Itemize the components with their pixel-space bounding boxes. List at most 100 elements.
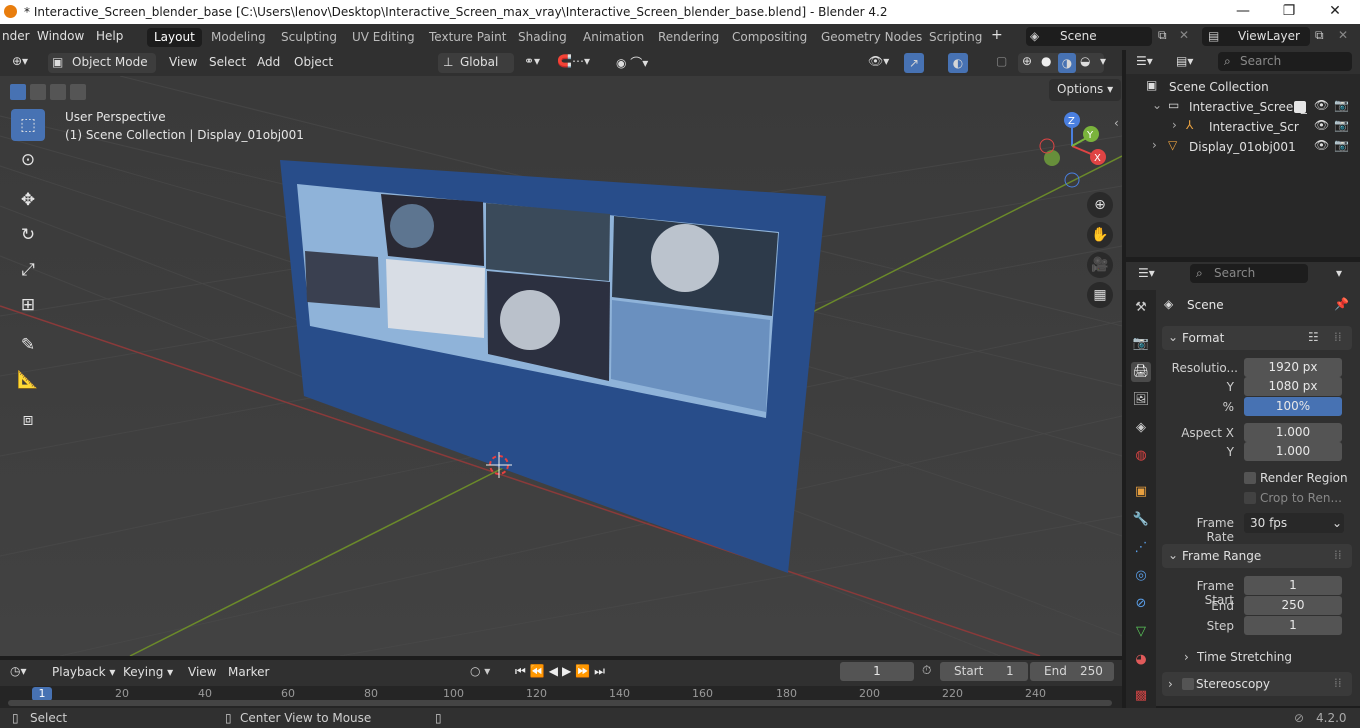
menu-view[interactable]: View: [169, 55, 197, 69]
delete-scene-icon[interactable]: ✕: [1179, 28, 1189, 42]
presets-icon[interactable]: ☷: [1308, 330, 1319, 344]
output-tab-icon[interactable]: 🖨: [1131, 362, 1151, 382]
display-object[interactable]: [0, 76, 1122, 656]
visibility-icon[interactable]: 👁▾: [868, 54, 889, 68]
zoom-icon[interactable]: ⊕: [1087, 192, 1113, 218]
resolution-percent-field[interactable]: 100%: [1244, 397, 1342, 416]
frame-step-field[interactable]: 1: [1244, 616, 1342, 635]
stereoscopy-checkbox[interactable]: [1182, 678, 1194, 690]
tab-geometry-nodes[interactable]: Geometry Nodes: [814, 28, 929, 47]
playback-dropdown[interactable]: Playback ▾: [52, 665, 115, 679]
tab-uv-editing[interactable]: UV Editing: [345, 28, 422, 47]
tab-rendering[interactable]: Rendering: [651, 28, 726, 47]
tab-texture-paint[interactable]: Texture Paint: [422, 28, 513, 47]
minimize-button[interactable]: —: [1220, 0, 1266, 24]
cursor-tool-icon[interactable]: ⊙: [11, 144, 45, 176]
frame-range-panel-header[interactable]: Frame Range: [1162, 544, 1352, 568]
frame-start-field[interactable]: 1: [1244, 576, 1342, 595]
outliner-editor-icon[interactable]: ☰▾: [1136, 54, 1153, 68]
tab-layout[interactable]: Layout: [147, 28, 202, 47]
select-subtract-icon[interactable]: [50, 84, 66, 100]
transform-tool-icon[interactable]: ⊞: [11, 289, 45, 321]
solid-shading-icon[interactable]: ●: [1041, 54, 1051, 68]
select-intersect-icon[interactable]: [70, 84, 86, 100]
render-camera-icon[interactable]: 📷: [1334, 138, 1349, 152]
select-extend-icon[interactable]: [30, 84, 46, 100]
exclude-checkbox[interactable]: [1294, 101, 1306, 113]
expand-icon[interactable]: ›: [1172, 118, 1177, 132]
world-tab-icon[interactable]: ◍: [1131, 446, 1151, 466]
render-camera-icon[interactable]: 📷: [1334, 118, 1349, 132]
annotate-tool-icon[interactable]: ✎: [11, 329, 45, 361]
timeline-ruler[interactable]: 1 20 40 60 80 100 120 140 160 180 200 22…: [0, 686, 1122, 708]
eye-icon[interactable]: 👁: [1314, 98, 1329, 112]
gizmo-toggle-icon[interactable]: ↗: [904, 53, 924, 73]
new-view-layer-icon[interactable]: ⧉: [1315, 28, 1324, 43]
frame-rate-dropdown[interactable]: 30 fps ⌄: [1244, 513, 1344, 533]
timeline-view-menu[interactable]: View: [188, 665, 216, 679]
wireframe-shading-icon[interactable]: ⊕: [1022, 54, 1032, 68]
display-mode-icon[interactable]: ▤▾: [1176, 54, 1193, 68]
maximize-button[interactable]: ❐: [1266, 0, 1312, 24]
crop-checkbox[interactable]: [1244, 492, 1256, 504]
tab-shading[interactable]: Shading: [511, 28, 574, 47]
expand-icon[interactable]: ⌄: [1152, 98, 1162, 112]
pivot-icon[interactable]: ⚭▾: [524, 54, 540, 68]
outliner-search-input[interactable]: Search: [1218, 52, 1352, 71]
select-new-icon[interactable]: [10, 84, 26, 100]
playhead[interactable]: 1: [32, 687, 52, 701]
drag-handle-icon[interactable]: ⁞⁞: [1334, 330, 1342, 344]
menu-render[interactable]: nder: [2, 29, 30, 43]
snap-icon[interactable]: 🧲⋯▾: [557, 54, 590, 68]
properties-editor-icon[interactable]: ☰▾: [1138, 266, 1155, 280]
proportional-edit-icon[interactable]: ◉ ⌒▾: [616, 54, 648, 71]
measure-tool-icon[interactable]: 📐: [11, 364, 45, 396]
aspect-y-field[interactable]: 1.000: [1244, 442, 1342, 461]
sidebar-toggle-icon[interactable]: ‹: [1114, 116, 1119, 130]
menu-window[interactable]: Window: [37, 29, 84, 43]
playback-controls-icon[interactable]: ⏮⏪◀▶⏩⏭: [515, 664, 609, 679]
eye-icon[interactable]: 👁: [1314, 118, 1329, 132]
object-tab-icon[interactable]: ▣: [1131, 482, 1151, 502]
outliner-item-empty[interactable]: Interactive_Scr: [1209, 120, 1299, 134]
material-tab-icon[interactable]: ◕: [1131, 650, 1151, 670]
expand-icon[interactable]: ›: [1152, 138, 1157, 152]
timeline-editor-icon[interactable]: ◷▾: [10, 664, 27, 678]
view-layer-tab-icon[interactable]: 🖼: [1131, 390, 1151, 410]
shading-options-icon[interactable]: ▾: [1100, 54, 1106, 68]
scene-selector[interactable]: Scene: [1026, 27, 1152, 46]
auto-keying-icon[interactable]: ○ ▾: [470, 664, 490, 678]
expand-icon[interactable]: ›: [1184, 650, 1189, 664]
pin-icon[interactable]: 📌: [1334, 297, 1349, 311]
properties-options-icon[interactable]: ▾: [1336, 266, 1342, 280]
modifier-tab-icon[interactable]: 🔧: [1131, 510, 1151, 530]
tool-tab-icon[interactable]: ⚒: [1131, 298, 1151, 318]
resolution-x-field[interactable]: 1920 px: [1244, 358, 1342, 377]
constraints-tab-icon[interactable]: ⊘: [1131, 594, 1151, 614]
scene-tab-icon[interactable]: ◈: [1131, 418, 1151, 438]
collapse-icon[interactable]: ⌄: [1168, 330, 1178, 344]
menu-help[interactable]: Help: [96, 29, 123, 43]
aspect-x-field[interactable]: 1.000: [1244, 423, 1342, 442]
overlay-toggle-icon[interactable]: ◐: [948, 53, 968, 73]
menu-object[interactable]: Object: [294, 55, 333, 69]
time-stretching-panel[interactable]: Time Stretching: [1197, 650, 1292, 664]
menu-add[interactable]: Add: [257, 55, 280, 69]
rotate-tool-icon[interactable]: ↻: [11, 219, 45, 251]
select-box-tool-icon[interactable]: ⬚: [11, 109, 45, 141]
render-camera-icon[interactable]: 📷: [1334, 98, 1349, 112]
drag-handle-icon[interactable]: ⁞⁞: [1334, 676, 1342, 690]
3d-viewport[interactable]: ⬚ ⊙ ✥ ↻ ⤢ ⊞ ✎ 📐 ⧈ User Perspective (1) S…: [0, 76, 1122, 656]
tab-modeling[interactable]: Modeling: [204, 28, 273, 47]
resolution-y-field[interactable]: 1080 px: [1244, 377, 1342, 396]
format-panel-header[interactable]: Format: [1162, 326, 1352, 350]
render-tab-icon[interactable]: 📷: [1131, 334, 1151, 354]
move-tool-icon[interactable]: ✥: [11, 184, 45, 216]
menu-select[interactable]: Select: [209, 55, 246, 69]
scale-tool-icon[interactable]: ⤢: [11, 254, 45, 286]
editor-type-icon[interactable]: ⊕▾: [12, 54, 28, 68]
frame-end-field[interactable]: 250: [1244, 596, 1342, 615]
texture-tab-icon[interactable]: ▩: [1131, 686, 1151, 706]
new-scene-icon[interactable]: ⧉: [1158, 28, 1167, 43]
current-frame-field[interactable]: 1: [840, 662, 914, 681]
